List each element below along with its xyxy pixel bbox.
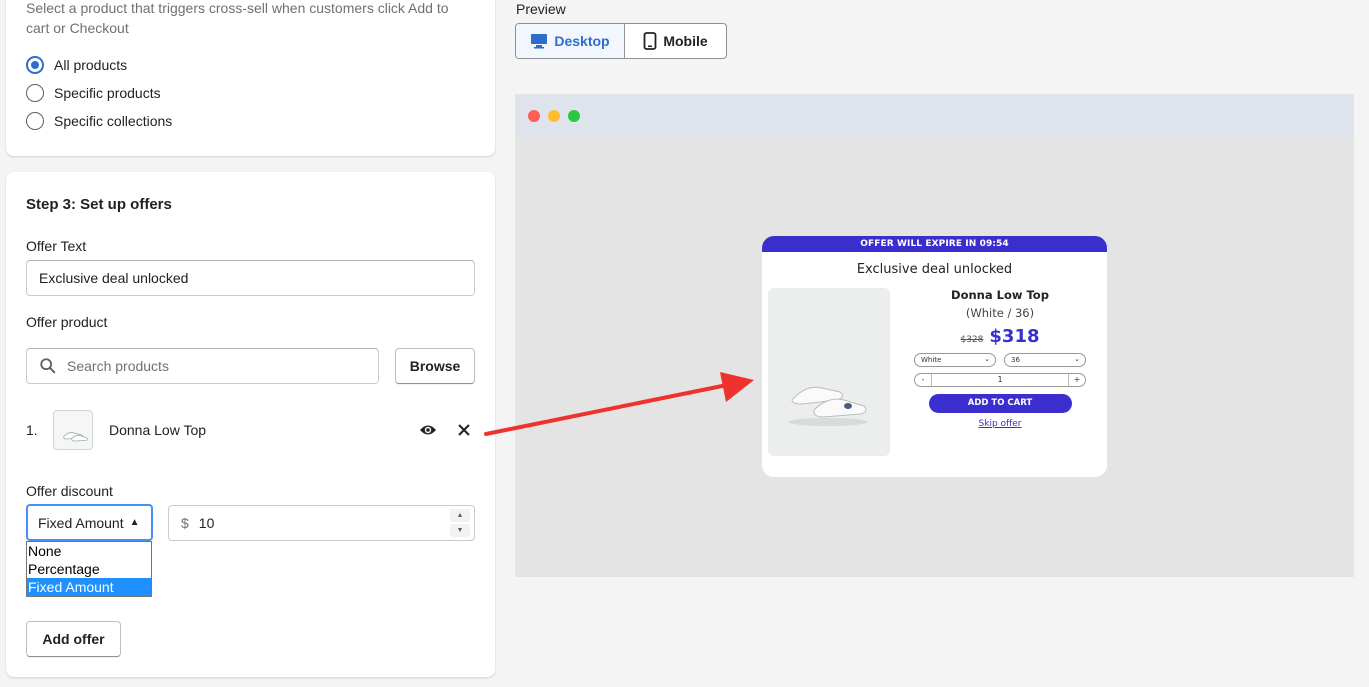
discount-amount-input[interactable]: $ 10 ▲ ▼ — [168, 505, 475, 541]
radio-specific-collections[interactable]: Specific collections — [26, 112, 172, 130]
trigger-help-text: Select a product that triggers cross-sel… — [26, 0, 449, 36]
annotation-arrow — [484, 372, 754, 436]
radio-label: All products — [54, 57, 128, 73]
offer-discount-label: Offer discount — [26, 483, 113, 499]
browser-title-bar — [515, 94, 1354, 137]
close-icon[interactable] — [452, 418, 476, 442]
number-spinner[interactable]: ▲ ▼ — [450, 509, 470, 537]
window-close-dot — [528, 109, 540, 122]
spinner-down-icon[interactable]: ▼ — [450, 524, 470, 537]
color-select[interactable]: White ⌄ — [914, 353, 996, 367]
size-select[interactable]: 36 ⌄ — [1004, 353, 1086, 367]
popup-product-details: Donna Low Top (White / 36) $328 $318 Whi… — [914, 288, 1086, 429]
window-minimize-dot — [548, 109, 560, 122]
quantity-stepper: - 1 + — [914, 373, 1086, 387]
chevron-down-icon: ⌄ — [984, 355, 990, 363]
qty-minus-button[interactable]: - — [915, 374, 931, 386]
desktop-button[interactable]: Desktop — [516, 24, 625, 58]
discount-type-dropdown[interactable]: None Percentage Fixed Amount — [26, 541, 152, 597]
mobile-button[interactable]: Mobile — [625, 24, 726, 58]
search-placeholder: Search products — [67, 358, 169, 374]
offer-list-item: 1. Donna Low Top — [26, 408, 476, 452]
radio-all-products[interactable]: All products — [26, 56, 127, 74]
desktop-label: Desktop — [554, 33, 610, 49]
discount-amount-value: 10 — [198, 515, 215, 531]
popup-title: Exclusive deal unlocked — [856, 262, 1013, 277]
offer-product-name: Donna Low Top — [109, 422, 207, 438]
dropdown-option-fixed-amount[interactable]: Fixed Amount — [27, 578, 151, 596]
window-maximize-dot — [568, 109, 580, 122]
radio-button-checked[interactable] — [26, 56, 44, 74]
desktop-icon — [531, 34, 548, 49]
preview-mode-toggle: Desktop Mobile — [515, 23, 727, 59]
qty-plus-button[interactable]: + — [1069, 374, 1085, 386]
expiry-banner: OFFER WILL EXPIRE IN 09:54 — [762, 236, 1107, 252]
popup-prices: $328 $318 — [914, 326, 1086, 347]
radio-button[interactable] — [26, 84, 44, 102]
offer-text-input[interactable]: Exclusive deal unlocked — [26, 260, 475, 296]
eye-icon[interactable] — [416, 418, 440, 442]
popup-variant: (White / 36) — [965, 306, 1035, 320]
popup-product-image — [768, 288, 890, 456]
compare-at-price: $328 — [960, 335, 984, 345]
chevron-down-icon: ⌄ — [1074, 355, 1080, 363]
radio-label: Specific collections — [54, 113, 173, 129]
mobile-icon — [643, 32, 657, 50]
popup-product-name: Donna Low Top — [951, 288, 1049, 302]
discount-type-value: Fixed Amount — [38, 514, 124, 531]
trigger-card: Select a product that triggers cross-sel… — [6, 0, 495, 156]
currency-prefix: $ — [181, 515, 189, 531]
search-icon — [39, 357, 57, 375]
qty-value[interactable]: 1 — [931, 374, 1069, 386]
color-select-value: White — [921, 356, 942, 364]
offer-text-value: Exclusive deal unlocked — [39, 270, 189, 286]
variant-selects: White ⌄ 36 ⌄ — [914, 353, 1086, 367]
step-title: Step 3: Set up offers — [26, 196, 172, 213]
product-search-input[interactable]: Search products — [26, 348, 379, 384]
mobile-label: Mobile — [663, 33, 708, 49]
setup-offers-card: Step 3: Set up offers Offer Text Exclusi… — [6, 172, 495, 677]
browser-preview-frame: OFFER WILL EXPIRE IN 09:54 Exclusive dea… — [515, 94, 1354, 577]
dropdown-option-percentage[interactable]: Percentage — [27, 560, 151, 578]
add-offer-button[interactable]: Add offer — [26, 621, 121, 657]
cross-sell-popup: OFFER WILL EXPIRE IN 09:54 Exclusive dea… — [762, 236, 1107, 477]
browse-button[interactable]: Browse — [395, 348, 475, 384]
offer-text-label: Offer Text — [26, 238, 87, 254]
radio-specific-products[interactable]: Specific products — [26, 84, 161, 102]
offer-product-label: Offer product — [26, 314, 108, 330]
discount-type-select[interactable]: Fixed Amount ▲ — [26, 504, 153, 541]
sale-price: $318 — [989, 326, 1040, 347]
radio-label: Specific products — [54, 85, 161, 101]
dropdown-option-none[interactable]: None — [27, 542, 151, 560]
radio-button[interactable] — [26, 112, 44, 130]
size-select-value: 36 — [1011, 356, 1020, 364]
product-thumbnail — [53, 410, 93, 450]
offer-number: 1. — [26, 422, 38, 438]
skip-offer-link[interactable]: Skip offer — [914, 419, 1086, 429]
preview-label: Preview — [516, 1, 566, 17]
select-caret-icon: ▲ — [129, 516, 140, 528]
spinner-up-icon[interactable]: ▲ — [450, 509, 470, 522]
add-to-cart-button[interactable]: ADD TO CART — [928, 394, 1072, 413]
